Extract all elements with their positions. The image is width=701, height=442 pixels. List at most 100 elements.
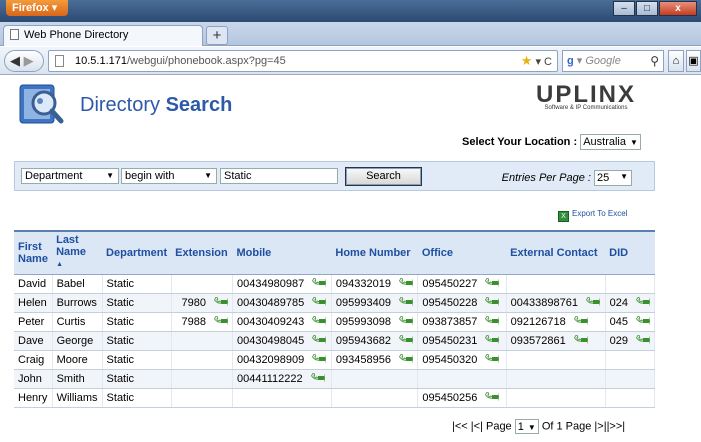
- browser-navbar: ◀ ▶ 10.5.1.171/webgui/phonebook.aspx?pg=…: [0, 47, 701, 75]
- pager-next-link[interactable]: |>|: [594, 420, 606, 432]
- cell-did: 024: [605, 293, 656, 313]
- cell-extension: [171, 331, 233, 351]
- dial-phone-arrow-icon[interactable]: [312, 315, 327, 327]
- browser-tab-active[interactable]: Web Phone Directory: [3, 25, 203, 46]
- dial-phone-arrow-icon[interactable]: [485, 315, 500, 327]
- cell-department: Static: [102, 331, 172, 351]
- dial-phone-arrow-icon[interactable]: [636, 315, 650, 327]
- cell-did-value: 029: [609, 335, 628, 347]
- addon-menu-button[interactable]: ▣: [686, 50, 701, 72]
- google-icon[interactable]: g: [567, 55, 574, 67]
- pager-first-link[interactable]: |<<: [452, 420, 468, 432]
- cell-did: [605, 350, 656, 370]
- home-button[interactable]: ⌂: [668, 50, 684, 72]
- dial-phone-arrow-icon[interactable]: [214, 315, 228, 327]
- col-home-number[interactable]: Home Number: [331, 230, 418, 275]
- cell-last-value: Williams: [56, 391, 98, 404]
- cell-department-value: Static: [106, 296, 135, 309]
- dial-phone-arrow-icon[interactable]: [586, 296, 600, 308]
- cell-office-value: 095450227: [422, 278, 478, 290]
- cell-department: Static: [102, 293, 172, 313]
- cell-external-value: 092126718: [510, 316, 566, 328]
- location-value: Australia: [583, 136, 626, 148]
- cell-extension: [171, 350, 233, 370]
- dial-phone-arrow-icon[interactable]: [485, 391, 500, 403]
- dial-phone-arrow-icon[interactable]: [312, 334, 327, 346]
- cell-last: Moore: [52, 350, 103, 370]
- search-magnifier-icon[interactable]: ⚲: [650, 51, 659, 71]
- dial-phone-arrow-icon[interactable]: [573, 334, 588, 346]
- cell-external: 093572861: [506, 331, 606, 351]
- dial-phone-arrow-icon[interactable]: [485, 277, 500, 289]
- location-select[interactable]: Australia ▼: [580, 134, 641, 150]
- address-bar[interactable]: 10.5.1.171/webgui/phonebook.aspx?pg=45 ★…: [48, 50, 558, 72]
- forward-arrow-icon[interactable]: ▶: [24, 53, 34, 68]
- cell-mobile: 00434980987: [232, 274, 332, 294]
- firefox-menu-button[interactable]: Firefox ▾: [6, 0, 68, 16]
- cell-first-value: John: [18, 372, 42, 385]
- reload-icon[interactable]: C: [544, 56, 552, 68]
- dial-phone-arrow-icon[interactable]: [399, 353, 413, 365]
- bookmark-star-icon[interactable]: ★: [521, 53, 533, 68]
- dial-phone-arrow-icon[interactable]: [312, 353, 327, 365]
- dial-phone-arrow-icon[interactable]: [312, 277, 327, 289]
- col-department[interactable]: Department: [102, 230, 172, 275]
- field-select-value: Department: [25, 170, 83, 182]
- dial-phone-arrow-icon[interactable]: [312, 296, 327, 308]
- cell-first-value: David: [18, 277, 47, 290]
- close-window-button[interactable]: x: [659, 1, 697, 16]
- pager-prev-link[interactable]: |<|: [471, 420, 483, 432]
- col-first-name[interactable]: First Name: [14, 230, 53, 275]
- minimize-button[interactable]: –: [613, 1, 635, 16]
- back-arrow-icon[interactable]: ◀: [10, 53, 20, 68]
- search-query-input[interactable]: Static: [220, 168, 338, 184]
- cell-last: Curtis: [52, 312, 103, 332]
- cell-department-value: Static: [106, 277, 135, 290]
- cell-did-value: 024: [609, 297, 628, 309]
- dial-phone-arrow-icon[interactable]: [399, 296, 413, 308]
- col-extension[interactable]: Extension: [171, 230, 233, 275]
- col-did[interactable]: DID: [605, 230, 655, 275]
- dial-phone-arrow-icon[interactable]: [485, 334, 500, 346]
- maximize-button[interactable]: □: [636, 1, 658, 16]
- page-select[interactable]: 1 ▼: [514, 419, 539, 434]
- cell-extension: [171, 274, 233, 294]
- chevron-down-icon: ▼: [527, 423, 536, 432]
- dial-phone-arrow-icon[interactable]: [310, 372, 325, 384]
- new-tab-button[interactable]: +: [206, 26, 228, 45]
- cell-office-value: 095450231: [422, 335, 478, 347]
- pager-last-link[interactable]: |>>|: [607, 420, 626, 432]
- field-select[interactable]: Department ▼: [21, 168, 119, 184]
- sort-ascending-icon: ▲: [56, 261, 64, 269]
- operator-select[interactable]: begin with ▼: [121, 168, 217, 184]
- dial-phone-arrow-icon[interactable]: [399, 277, 413, 289]
- back-forward-buttons[interactable]: ◀ ▶: [4, 50, 44, 72]
- dial-phone-arrow-icon[interactable]: [485, 296, 500, 308]
- col-office[interactable]: Office: [417, 230, 507, 275]
- url-tools: ★ ▾ C: [520, 53, 552, 68]
- search-button[interactable]: Search: [345, 167, 422, 186]
- dial-phone-arrow-icon[interactable]: [214, 296, 228, 308]
- table-row: Dave George Static 00430498045 095943682 0954…: [14, 331, 656, 351]
- cell-office: 095450227: [417, 274, 507, 294]
- dial-phone-arrow-icon[interactable]: [636, 296, 650, 308]
- dial-phone-arrow-icon[interactable]: [399, 334, 413, 346]
- cell-department: Static: [102, 312, 172, 332]
- col-last-name[interactable]: Last Name ▲: [52, 230, 103, 275]
- entries-per-page-select[interactable]: 25 ▼: [594, 170, 632, 186]
- col-mobile[interactable]: Mobile: [232, 230, 332, 275]
- dial-phone-arrow-icon[interactable]: [485, 353, 500, 365]
- table-row: Craig Moore Static 00432098909 093458956 0954…: [14, 350, 656, 370]
- operator-select-value: begin with: [125, 170, 175, 182]
- page-title: Directory Search: [80, 94, 232, 117]
- dial-phone-arrow-icon[interactable]: [573, 315, 588, 327]
- tab-title: Web Phone Directory: [24, 29, 129, 41]
- search-engine-box[interactable]: g ▾ Google ⚲: [562, 50, 664, 72]
- export-to-excel-link[interactable]: X Export To Excel: [558, 209, 627, 222]
- cell-department: Static: [102, 369, 172, 389]
- dial-phone-arrow-icon[interactable]: [636, 334, 650, 346]
- dial-phone-arrow-icon[interactable]: [399, 315, 413, 327]
- cell-did: 029: [605, 331, 656, 351]
- cell-office: 095450320: [417, 350, 507, 370]
- col-external-contact[interactable]: External Contact: [506, 230, 606, 275]
